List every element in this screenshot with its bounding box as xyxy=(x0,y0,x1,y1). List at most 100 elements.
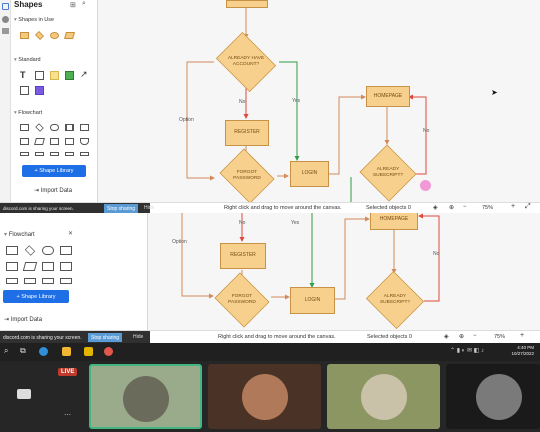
layers-icon[interactable]: ◈ xyxy=(433,204,438,211)
zoom-level[interactable]: 75% xyxy=(482,205,493,211)
shapes-icon[interactable] xyxy=(2,3,9,10)
diagram-canvas-2[interactable]: REGISTER FORGOT PASSWORD LOGIN HOMEPAGE … xyxy=(149,213,540,343)
search-icon[interactable]: ⌕ xyxy=(82,0,86,8)
flow-card[interactable] xyxy=(50,138,59,145)
hide-button-2[interactable]: Hide xyxy=(133,334,143,340)
decision-already-subscript-2[interactable]: ALREADY SUBSCRIPT? xyxy=(365,270,425,330)
flow-shape-d[interactable] xyxy=(60,246,72,255)
text-tool-icon[interactable]: T xyxy=(20,70,26,80)
clock[interactable]: 4:40 PM 10/27/2022 xyxy=(511,345,534,357)
flow-shape-e[interactable] xyxy=(6,262,18,271)
section-standard[interactable]: ▾ Standard xyxy=(14,57,41,63)
more-icon[interactable]: ⋯ xyxy=(64,411,71,419)
shape-rectangle[interactable] xyxy=(20,32,29,39)
layers-icon-2[interactable]: ◈ xyxy=(444,333,449,340)
share-message: discord.com is sharing your screen. xyxy=(3,334,82,341)
flow-document[interactable] xyxy=(80,124,89,131)
flow-more-d[interactable] xyxy=(65,152,74,156)
flow-display[interactable] xyxy=(65,138,74,145)
stop-sharing-button-2[interactable]: Stop sharing xyxy=(88,333,123,342)
flow-shape-b[interactable] xyxy=(24,245,36,256)
add-icon[interactable]: ⊞ xyxy=(70,1,76,9)
shape-parallelogram[interactable] xyxy=(64,32,75,39)
node-start[interactable] xyxy=(226,0,268,8)
comment-icon[interactable] xyxy=(2,16,9,23)
flow-shape-k[interactable] xyxy=(42,278,54,284)
edge-browser-icon[interactable] xyxy=(39,347,48,356)
flow-shape-c[interactable] xyxy=(42,246,54,255)
participant-tile-1[interactable] xyxy=(89,364,202,429)
import-data-link-2[interactable]: ⇥ Import Data xyxy=(4,316,42,323)
flow-shape-j[interactable] xyxy=(24,278,36,284)
tray-icons[interactable]: ⌃ ▮ ◐ ✉ ◧ ♪ xyxy=(450,347,484,354)
mouse-pointer-icon: ➤ xyxy=(491,88,498,97)
flow-process[interactable] xyxy=(20,124,29,131)
flow-more-e[interactable] xyxy=(80,152,89,156)
flow-shape-h[interactable] xyxy=(60,262,72,271)
import-data-link[interactable]: ⇥ Import Data xyxy=(34,187,72,194)
zoom-out-icon-2[interactable]: − xyxy=(473,333,477,339)
node-homepage[interactable]: HOMEPAGE xyxy=(366,86,410,107)
flow-shape-i[interactable] xyxy=(6,278,18,284)
section-shapes-in-use[interactable]: ▾ Shapes in Use xyxy=(14,17,54,23)
globe-icon-2[interactable]: ⊕ xyxy=(459,333,464,340)
sticky-notes-icon[interactable] xyxy=(84,347,93,356)
zoom-in-icon-2[interactable]: + xyxy=(520,332,524,339)
decision-forgot-password-2[interactable]: FORGOT PASSWORD xyxy=(213,272,271,328)
fit-icon[interactable]: ⤢ xyxy=(525,203,531,211)
flow-shape-f[interactable] xyxy=(22,262,38,271)
flow-shape-g[interactable] xyxy=(42,262,54,271)
shape-image[interactable] xyxy=(20,86,29,95)
flow-more-a[interactable] xyxy=(20,152,29,156)
participant-tile-4[interactable] xyxy=(446,364,540,429)
section-flowchart[interactable]: ▾ Flowchart xyxy=(14,110,42,116)
data-icon[interactable] xyxy=(2,28,9,34)
node-homepage-2[interactable]: HOMEPAGE xyxy=(370,213,418,230)
decision-forgot-password[interactable]: FORGOT PASSWORD xyxy=(217,148,277,204)
decision-label: FORGOT PASSWORD xyxy=(233,170,261,181)
shapes-sidebar-2: ▾ Flowchart ✕ + Shape Library ⇥ Import D… xyxy=(0,213,148,343)
flow-more-b[interactable] xyxy=(35,152,44,156)
decision-label: ALREADY HAVE ACCOUNT? xyxy=(227,56,265,67)
flow-delay[interactable] xyxy=(80,138,89,145)
zoom-level-2[interactable]: 75% xyxy=(494,334,505,340)
hide-button[interactable]: Hide xyxy=(144,205,154,211)
flow-more-c[interactable] xyxy=(50,152,59,156)
node-login-2[interactable]: LOGIN xyxy=(290,287,335,314)
shape-lightning-icon[interactable] xyxy=(65,71,74,80)
globe-icon[interactable]: ⊕ xyxy=(449,204,454,211)
shape-diamond[interactable] xyxy=(34,30,45,41)
node-register-2[interactable]: REGISTER xyxy=(220,243,266,269)
file-explorer-icon[interactable] xyxy=(62,347,71,356)
shape-library-button[interactable]: + Shape Library xyxy=(22,165,86,177)
flow-shape-a[interactable] xyxy=(6,246,18,255)
flow-terminator[interactable] xyxy=(50,124,59,131)
stop-sharing-button[interactable]: Stop sharing xyxy=(104,204,139,213)
decision-already-have-account[interactable]: ALREADY HAVE ACCOUNT? xyxy=(213,31,279,93)
decision-already-subscript[interactable]: ALREADY SUBSCRIPT? xyxy=(359,144,417,202)
line-tool-icon[interactable]: ↗ xyxy=(80,69,88,80)
participant-tile-3[interactable] xyxy=(327,364,440,429)
flow-decision[interactable] xyxy=(35,123,44,132)
node-login[interactable]: LOGIN xyxy=(290,161,329,187)
shape-oval[interactable] xyxy=(50,32,59,39)
task-view-icon[interactable]: ⧉ xyxy=(20,346,26,356)
flow-data[interactable] xyxy=(34,138,45,145)
participant-tile-2[interactable] xyxy=(208,364,321,429)
section-flowchart-2[interactable]: ▾ Flowchart xyxy=(4,231,35,238)
shape-video-icon[interactable] xyxy=(35,86,44,95)
close-icon[interactable]: ✕ xyxy=(68,230,73,237)
chrome-icon[interactable] xyxy=(104,347,113,356)
shape-box[interactable] xyxy=(35,71,44,80)
shape-note[interactable] xyxy=(50,71,59,80)
shape-library-button-2[interactable]: + Shape Library xyxy=(3,290,69,303)
zoom-out-icon[interactable]: − xyxy=(463,204,467,210)
flow-predefined[interactable] xyxy=(65,124,74,131)
flow-manual-input[interactable] xyxy=(20,138,29,145)
camera-icon[interactable] xyxy=(17,389,31,399)
diagram-canvas[interactable]: ALREADY HAVE ACCOUNT? REGISTER FORGOT PA… xyxy=(99,0,540,213)
flow-shape-l[interactable] xyxy=(60,278,72,284)
zoom-in-icon[interactable]: + xyxy=(511,203,515,210)
search-icon[interactable]: ⌕ xyxy=(4,346,8,356)
node-register[interactable]: REGISTER xyxy=(225,120,269,146)
